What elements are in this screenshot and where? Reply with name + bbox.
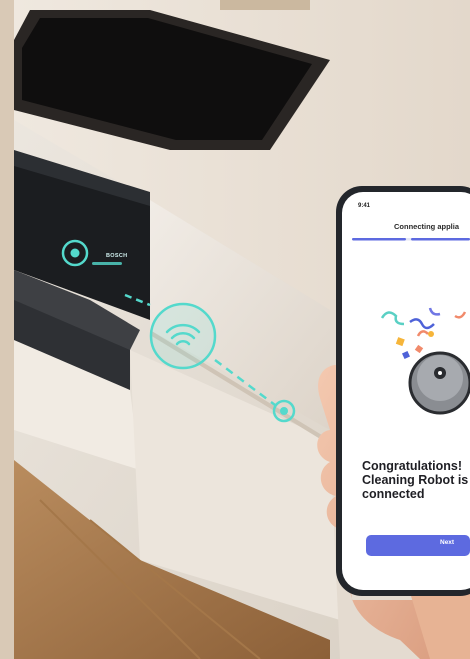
appliance-brand-label: BOSCH [106, 253, 128, 259]
wifi-icon [149, 302, 217, 370]
robot-vacuum-icon [408, 351, 470, 415]
success-message-line-1: Congratulations! [362, 459, 462, 473]
screen-title: Connecting applia [394, 222, 460, 231]
success-message-line-3: connected [362, 487, 425, 501]
success-message-line-2: Cleaning Robot is [362, 473, 469, 487]
next-button-label: Next [440, 539, 455, 546]
success-message: Congratulations! Cleaning Robot is conne… [362, 459, 470, 501]
next-button[interactable] [366, 535, 470, 556]
kitchen-scene [0, 0, 470, 659]
status-bar-time: 9:41 [358, 203, 371, 209]
